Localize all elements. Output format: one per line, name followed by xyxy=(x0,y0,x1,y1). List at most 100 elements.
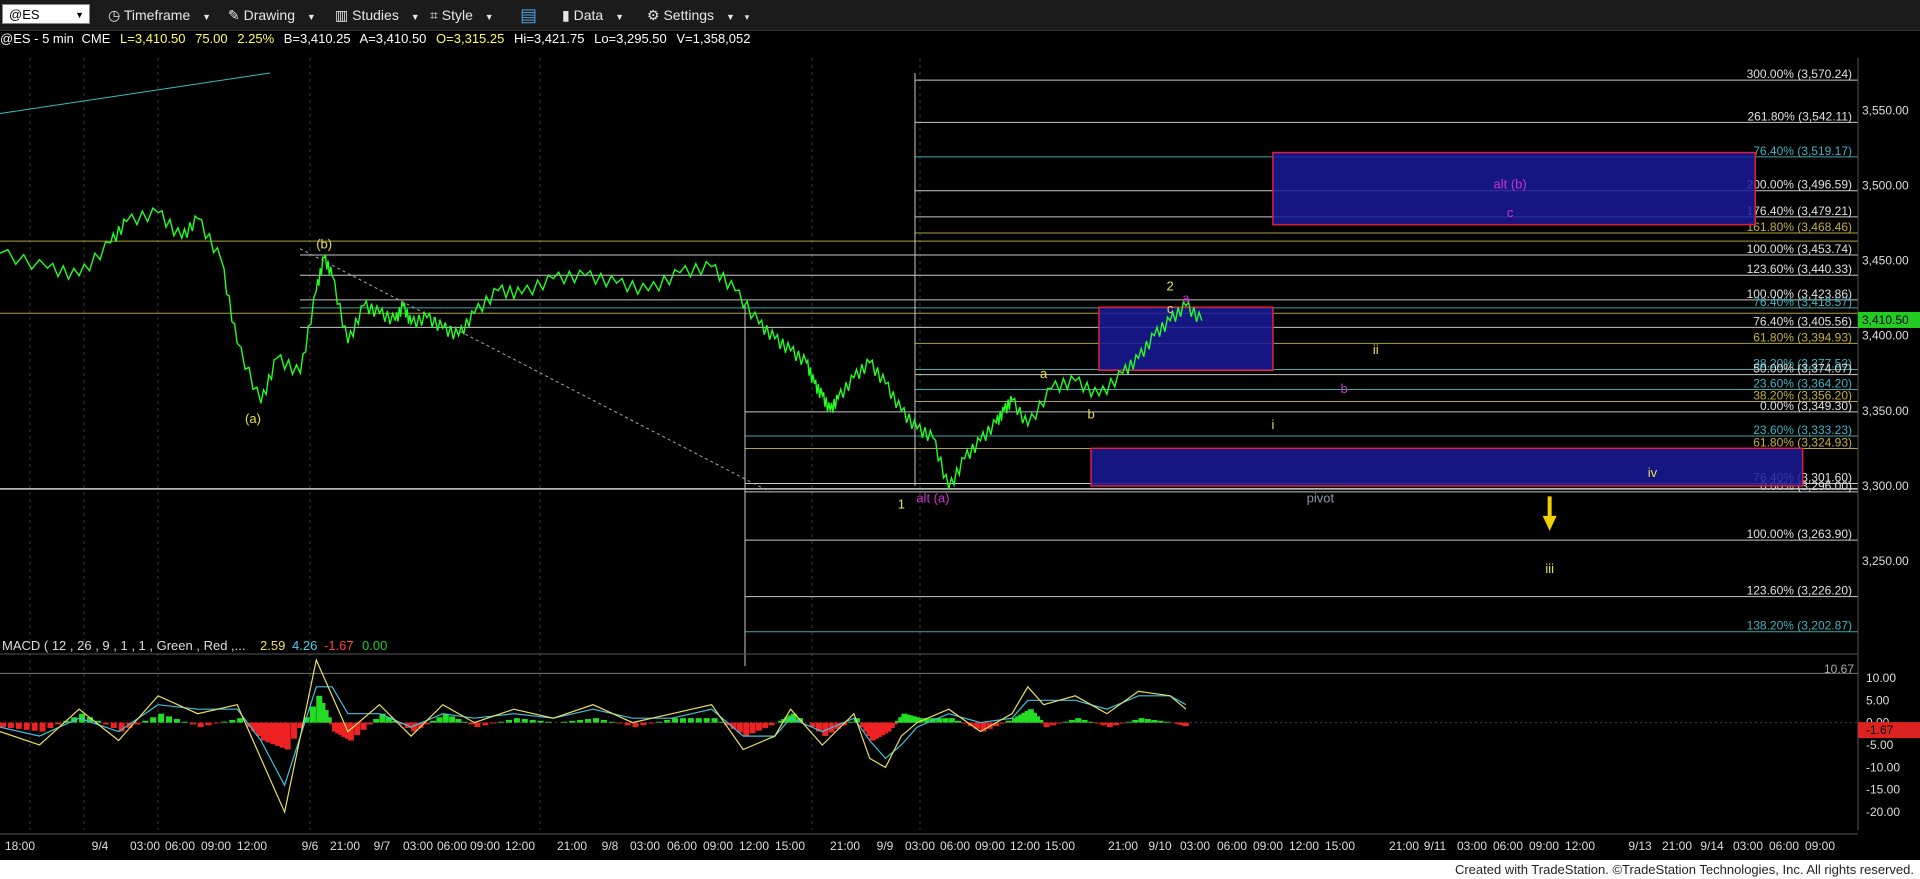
timeframe-menu[interactable]: ◷ Timeframe ▼ xyxy=(108,0,211,30)
fib-label: 76.40% (3,405.56) xyxy=(1753,314,1852,328)
macd-hist-bar xyxy=(442,713,449,723)
macd-hist-bar xyxy=(213,722,220,724)
trend-line xyxy=(0,72,271,115)
macd-hist-bar xyxy=(529,719,536,723)
toolbar: @ES ▼ ◷ Timeframe ▼ ✎ Drawing ▼ ▥ Studie… xyxy=(0,0,1920,31)
fib-label: 61.80% (3,324.93) xyxy=(1753,435,1852,449)
macd-hist-bar xyxy=(325,717,332,723)
macd-hist-bar xyxy=(585,719,592,723)
style-label: Style xyxy=(441,7,473,23)
macd-hist-bar xyxy=(1182,722,1189,727)
wave-label: 1 xyxy=(898,496,905,511)
time-tick: 9/13 xyxy=(1628,839,1652,853)
macd-hist-bar xyxy=(1075,718,1082,723)
drawing-menu[interactable]: ✎ Drawing ▼ xyxy=(228,0,316,30)
wave-label: (a) xyxy=(245,411,261,426)
style-menu[interactable]: ⌗ Style ▼ xyxy=(430,0,494,30)
chevron-down-icon: ▼ xyxy=(410,12,420,22)
macd-hist-bar xyxy=(577,719,584,723)
time-tick: 09:00 xyxy=(1253,839,1283,853)
fib-label: 300.00% (3,570.24) xyxy=(1747,67,1852,81)
time-tick: 03:00 xyxy=(1180,839,1210,853)
macd-hist-bar xyxy=(768,722,775,726)
fib-label: 76.40% (3,519.17) xyxy=(1753,144,1852,158)
time-tick: 12:00 xyxy=(1565,839,1595,853)
chevron-down-icon: ▼ xyxy=(202,12,212,22)
time-tick: 21:00 xyxy=(330,839,360,853)
settings-menu[interactable]: ⚙ Settings ▼ ▾ xyxy=(647,0,749,30)
macd-hist-bar xyxy=(569,720,576,723)
wave-label: ii xyxy=(1373,342,1379,357)
time-tick: 12:00 xyxy=(1010,839,1040,853)
time-tick: 12:00 xyxy=(505,839,535,853)
time-tick: 21:00 xyxy=(557,839,587,853)
macd-tick: 10.00 xyxy=(1866,671,1896,685)
price-tick: 3,250.00 xyxy=(1862,554,1909,568)
macd-hist-bar xyxy=(545,721,552,723)
fib-label: 138.20% (3,202.87) xyxy=(1747,619,1852,633)
macd-hist-bar xyxy=(110,722,117,728)
fib-label: 123.60% (3,440.33) xyxy=(1747,262,1852,276)
macd-hist-bar xyxy=(309,706,316,723)
macd-hist-bar xyxy=(1005,720,1012,723)
fib-label: 100.00% (3,263.90) xyxy=(1747,527,1852,541)
wave-label: i xyxy=(1271,417,1274,432)
data-label: Data xyxy=(573,7,604,23)
price-chart[interactable]: 300.00% (3,570.24) 261.80% (3,542.11) 76.4… xyxy=(0,30,1920,860)
wave-label: 2 xyxy=(1167,279,1174,294)
macd-hist-bar xyxy=(354,722,361,736)
price-tick: 3,550.00 xyxy=(1862,104,1909,118)
macd-hist-bar xyxy=(513,718,520,723)
studies-label: Studies xyxy=(352,7,399,23)
macd-legend-value: 0.00 xyxy=(362,638,387,653)
fib-label: 76.40% (3,418.57) xyxy=(1753,295,1852,309)
macd-hist-bar xyxy=(955,720,962,723)
time-tick: 06:00 xyxy=(437,839,467,853)
macd-hist-bar xyxy=(482,722,489,726)
symbol-input[interactable]: @ES ▼ xyxy=(2,4,90,24)
macd-current-label: -1.67 xyxy=(1866,723,1894,737)
macd-hist-bar xyxy=(561,721,568,723)
macd-legend-value: -1.67 xyxy=(324,638,354,653)
macd-legend-value: 2.59 xyxy=(260,638,285,653)
chart-bars-icon: ▮ xyxy=(562,7,570,23)
price-series xyxy=(0,206,1203,490)
time-tick: 21:00 xyxy=(1662,839,1692,853)
wave-label: a xyxy=(1040,366,1048,381)
arrow-down-icon xyxy=(1542,496,1557,531)
time-tick: 21:00 xyxy=(1389,839,1419,853)
time-tick: 06:00 xyxy=(940,839,970,853)
macd-hist-bar xyxy=(664,719,671,723)
macd-tick: -10.00 xyxy=(1866,760,1900,774)
time-tick: 09:00 xyxy=(470,839,500,853)
macd-hist-bar xyxy=(1144,719,1151,723)
time-tick: 9/11 xyxy=(1424,839,1447,853)
price-tick: 3,400.00 xyxy=(1862,329,1909,343)
macd-hist-bar xyxy=(537,720,544,723)
time-tick: 9/8 xyxy=(602,839,619,853)
macd-hist-bar xyxy=(47,722,54,728)
time-tick: 09:00 xyxy=(1805,839,1835,853)
macd-hist-bar xyxy=(468,722,475,725)
macd-hist-bar xyxy=(762,722,769,728)
macd-hist-bar xyxy=(173,719,180,723)
macd-hist-bar xyxy=(134,722,141,725)
data-menu[interactable]: ▮ Data ▼ xyxy=(562,0,624,30)
wave-label: (b) xyxy=(316,237,332,252)
time-tick: 9/9 xyxy=(877,839,894,853)
time-tick: 09:00 xyxy=(1529,839,1559,853)
macd-hist-bar xyxy=(23,722,30,730)
macd-hist-bar xyxy=(1043,722,1050,728)
macd-hist-bar xyxy=(31,722,38,731)
clock-icon: ◷ xyxy=(108,7,121,23)
macd-hist-bar xyxy=(521,719,528,723)
layout-button[interactable]: ▤ xyxy=(520,0,546,30)
macd-hist-bar xyxy=(1132,719,1139,723)
macd-hist-bar xyxy=(1119,722,1126,724)
studies-menu[interactable]: ▥ Studies ▼ xyxy=(335,0,420,30)
time-tick: 9/4 xyxy=(92,839,109,853)
timeframe-label: Timeframe xyxy=(123,7,191,23)
chevron-down-icon: ▼ xyxy=(306,12,316,22)
fib-label: 50.00% (3,374.07) xyxy=(1753,362,1852,376)
price-tick: 3,500.00 xyxy=(1862,179,1909,193)
